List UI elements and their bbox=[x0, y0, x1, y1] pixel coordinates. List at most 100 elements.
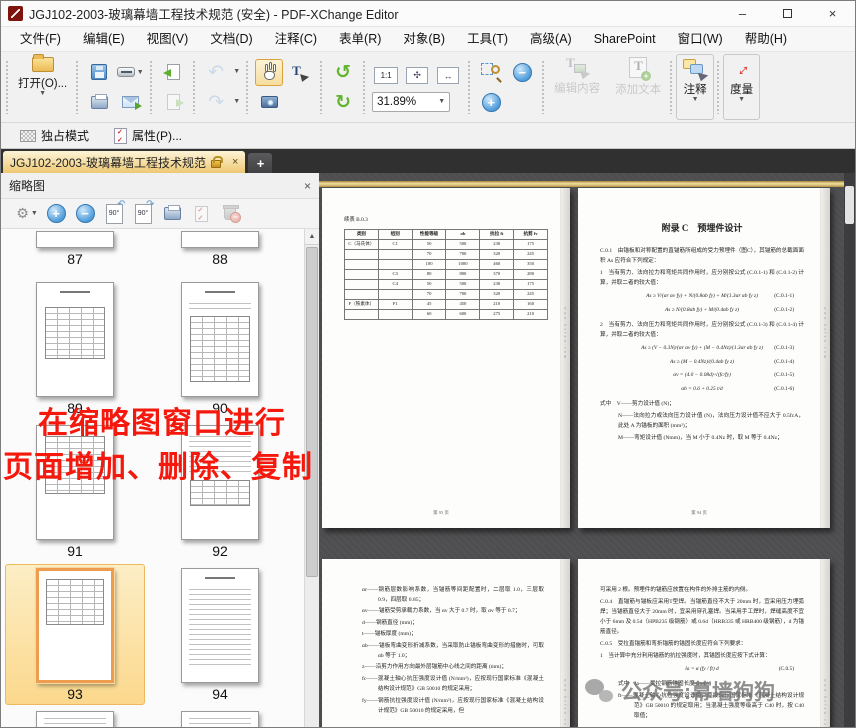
zoom-level-combobox[interactable]: 31.89% ▼ bbox=[372, 92, 450, 112]
measure-button[interactable]: ↔ 度量 ▼ bbox=[723, 54, 760, 120]
select-text-button[interactable]: T bbox=[286, 59, 314, 86]
add-text-button[interactable]: T+ 添加文本 bbox=[609, 54, 667, 97]
app-window: JGJ102-2003-玻璃幕墙工程技术规范 (安全) - PDF-XChang… bbox=[0, 0, 856, 728]
menu-item[interactable]: SharePoint bbox=[583, 27, 667, 52]
rotate-ccw-button[interactable]: ↺ bbox=[329, 59, 357, 86]
thumbnail-page-95[interactable] bbox=[5, 711, 145, 727]
thumbnail-page-94[interactable]: 94 bbox=[150, 568, 290, 703]
snapshot-button[interactable] bbox=[255, 89, 283, 116]
edit-content-button[interactable]: T 编辑内容 bbox=[548, 54, 606, 96]
properties-button[interactable]: ✓✓ 属性(P)... bbox=[106, 125, 190, 147]
menu-item[interactable]: 工具(T) bbox=[456, 27, 519, 52]
menu-item[interactable]: 注释(C) bbox=[264, 27, 328, 52]
toolbar-grip[interactable] bbox=[192, 60, 197, 114]
thumbnail-zoom-in-button[interactable]: + bbox=[43, 201, 69, 226]
previous-view-button[interactable] bbox=[159, 59, 187, 86]
pdf-page-93[interactable]: 续表 B.0.3 类别组别性能等级σb抗拉 ft抗剪 fvC（马氏体）C1505… bbox=[322, 188, 570, 528]
next-view-button[interactable] bbox=[159, 89, 187, 116]
table-row: 1001000460350 bbox=[345, 259, 548, 269]
close-button[interactable]: × bbox=[810, 1, 855, 26]
toolbar-grip[interactable] bbox=[716, 60, 721, 114]
tab-close-icon[interactable]: × bbox=[232, 156, 238, 168]
scroll-up-arrow-icon[interactable]: ▲ bbox=[305, 229, 319, 245]
menu-item[interactable]: 对象(B) bbox=[392, 27, 456, 52]
toolbar-grip[interactable] bbox=[362, 60, 367, 114]
thumbnail-image[interactable] bbox=[181, 568, 259, 683]
actual-size-button[interactable]: 1:1 bbox=[372, 62, 400, 89]
thumbnail-image[interactable] bbox=[36, 568, 114, 683]
hand-tool-icon bbox=[262, 64, 277, 80]
toolbar-grip[interactable] bbox=[669, 60, 674, 114]
toolbar-grip[interactable] bbox=[467, 60, 472, 114]
scrollbar-thumb[interactable] bbox=[845, 186, 854, 224]
maximize-button[interactable] bbox=[765, 1, 810, 26]
toolbar-grip[interactable] bbox=[245, 60, 250, 114]
toolbar-grip[interactable] bbox=[75, 60, 80, 114]
thumbnail-image[interactable] bbox=[181, 282, 259, 397]
menu-item[interactable]: 高级(A) bbox=[519, 27, 583, 52]
thumbnail-page-88[interactable]: 88 bbox=[150, 231, 290, 268]
zoom-out-button[interactable]: − bbox=[508, 59, 536, 86]
page-properties-button[interactable]: ✓✓ bbox=[188, 201, 214, 226]
dropdown-arrow-icon: ▼ bbox=[738, 97, 745, 103]
zoom-in-icon: + bbox=[47, 204, 66, 223]
toolbar-grip[interactable] bbox=[5, 60, 10, 114]
menu-item[interactable]: 窗口(W) bbox=[667, 27, 734, 52]
thumbnail-image[interactable] bbox=[181, 231, 259, 248]
thumbnail-image[interactable] bbox=[36, 282, 114, 397]
side-watermark: www.bzfxw.com bbox=[563, 307, 568, 360]
doc-paragraph: z——沿剪力作用方向最外层锚筋中心线之间的距离 (mm)； bbox=[344, 662, 544, 672]
new-tab-button[interactable]: + bbox=[248, 153, 272, 173]
thumbnail-options-button[interactable]: ⚙▼ bbox=[14, 201, 40, 226]
undo-button[interactable]: ↶ bbox=[202, 59, 230, 86]
table-row: 70700320245 bbox=[345, 249, 548, 259]
rotate-right-90-button[interactable]: 90° bbox=[130, 201, 156, 226]
toolbar-grip[interactable] bbox=[541, 60, 546, 114]
toolbar-grip[interactable] bbox=[149, 60, 154, 114]
scan-button[interactable]: ▼ bbox=[116, 59, 144, 86]
doc-paragraph: fy——钢筋抗拉强度设计值 (N/mm²)，应按现行国家标准《混凝土结构设计规范… bbox=[344, 696, 544, 716]
pdf-page-94[interactable]: 附录 C 预埋件设计 C.0.1 由锚板和对称配置的直锚筋所组成的受力预埋件（图… bbox=[578, 188, 830, 528]
marquee-zoom-button[interactable] bbox=[477, 59, 505, 86]
document-view[interactable]: 续表 B.0.3 类别组别性能等级σb抗拉 ft抗剪 fvC（马氏体）C1505… bbox=[319, 173, 855, 727]
scrollbar-thumb[interactable] bbox=[306, 247, 318, 577]
document-scrollbar[interactable] bbox=[844, 173, 855, 727]
redo-button[interactable]: ↷ bbox=[202, 89, 230, 116]
print-button[interactable] bbox=[85, 89, 113, 116]
thumbnail-page-90[interactable]: 90 bbox=[150, 282, 290, 417]
thumbnail-page-96[interactable] bbox=[150, 711, 290, 727]
menu-item[interactable]: 文件(F) bbox=[9, 27, 72, 52]
fit-page-button[interactable]: ✣ bbox=[403, 62, 431, 89]
thumbnail-zoom-out-button[interactable]: − bbox=[72, 201, 98, 226]
actual-size-icon: 1:1 bbox=[374, 67, 398, 84]
rotate-cw-button[interactable]: ↻ bbox=[329, 89, 357, 116]
panel-close-icon[interactable]: × bbox=[304, 179, 311, 193]
pdf-page-95[interactable]: αr——钢筋层数影响系数，当锚筋等间距配置时，二层取 1.0，三层取 0.9，四… bbox=[322, 559, 570, 727]
comment-icon bbox=[683, 58, 707, 78]
menu-item[interactable]: 表单(R) bbox=[328, 27, 392, 52]
thumbnail-page-93-selected[interactable]: 93 bbox=[5, 564, 145, 705]
thumbnail-image[interactable] bbox=[36, 711, 114, 727]
exclusive-mode-button[interactable]: 独占模式 bbox=[12, 125, 97, 147]
comment-button[interactable]: 注释 ▼ bbox=[676, 54, 714, 120]
email-button[interactable] bbox=[116, 89, 144, 116]
open-button[interactable]: 打开(O)... ▼ bbox=[12, 54, 73, 120]
thumbnail-page-89[interactable]: 89 bbox=[5, 282, 145, 417]
thumbnail-image[interactable] bbox=[36, 231, 114, 248]
thumbnail-page-87[interactable]: 87 bbox=[5, 231, 145, 268]
print-pages-button[interactable] bbox=[159, 201, 185, 226]
menu-item[interactable]: 帮助(H) bbox=[734, 27, 798, 52]
zoom-in-button[interactable]: + bbox=[477, 89, 505, 116]
rotate-left-90-button[interactable]: 90° bbox=[101, 201, 127, 226]
delete-pages-button[interactable]: − bbox=[217, 201, 243, 226]
toolbar-grip[interactable] bbox=[319, 60, 324, 114]
menu-item[interactable]: 编辑(E) bbox=[72, 27, 136, 52]
menu-item[interactable]: 视图(V) bbox=[136, 27, 200, 52]
document-tab[interactable]: JGJ102-2003-玻璃幕墙工程技术规范 × bbox=[3, 151, 245, 173]
minimize-button[interactable]: – bbox=[720, 1, 765, 26]
save-button[interactable] bbox=[85, 59, 113, 86]
menu-item[interactable]: 文档(D) bbox=[199, 27, 263, 52]
fit-width-button[interactable]: ↔ bbox=[434, 62, 462, 89]
hand-tool-button[interactable] bbox=[255, 59, 283, 86]
thumbnail-image[interactable] bbox=[181, 711, 259, 727]
